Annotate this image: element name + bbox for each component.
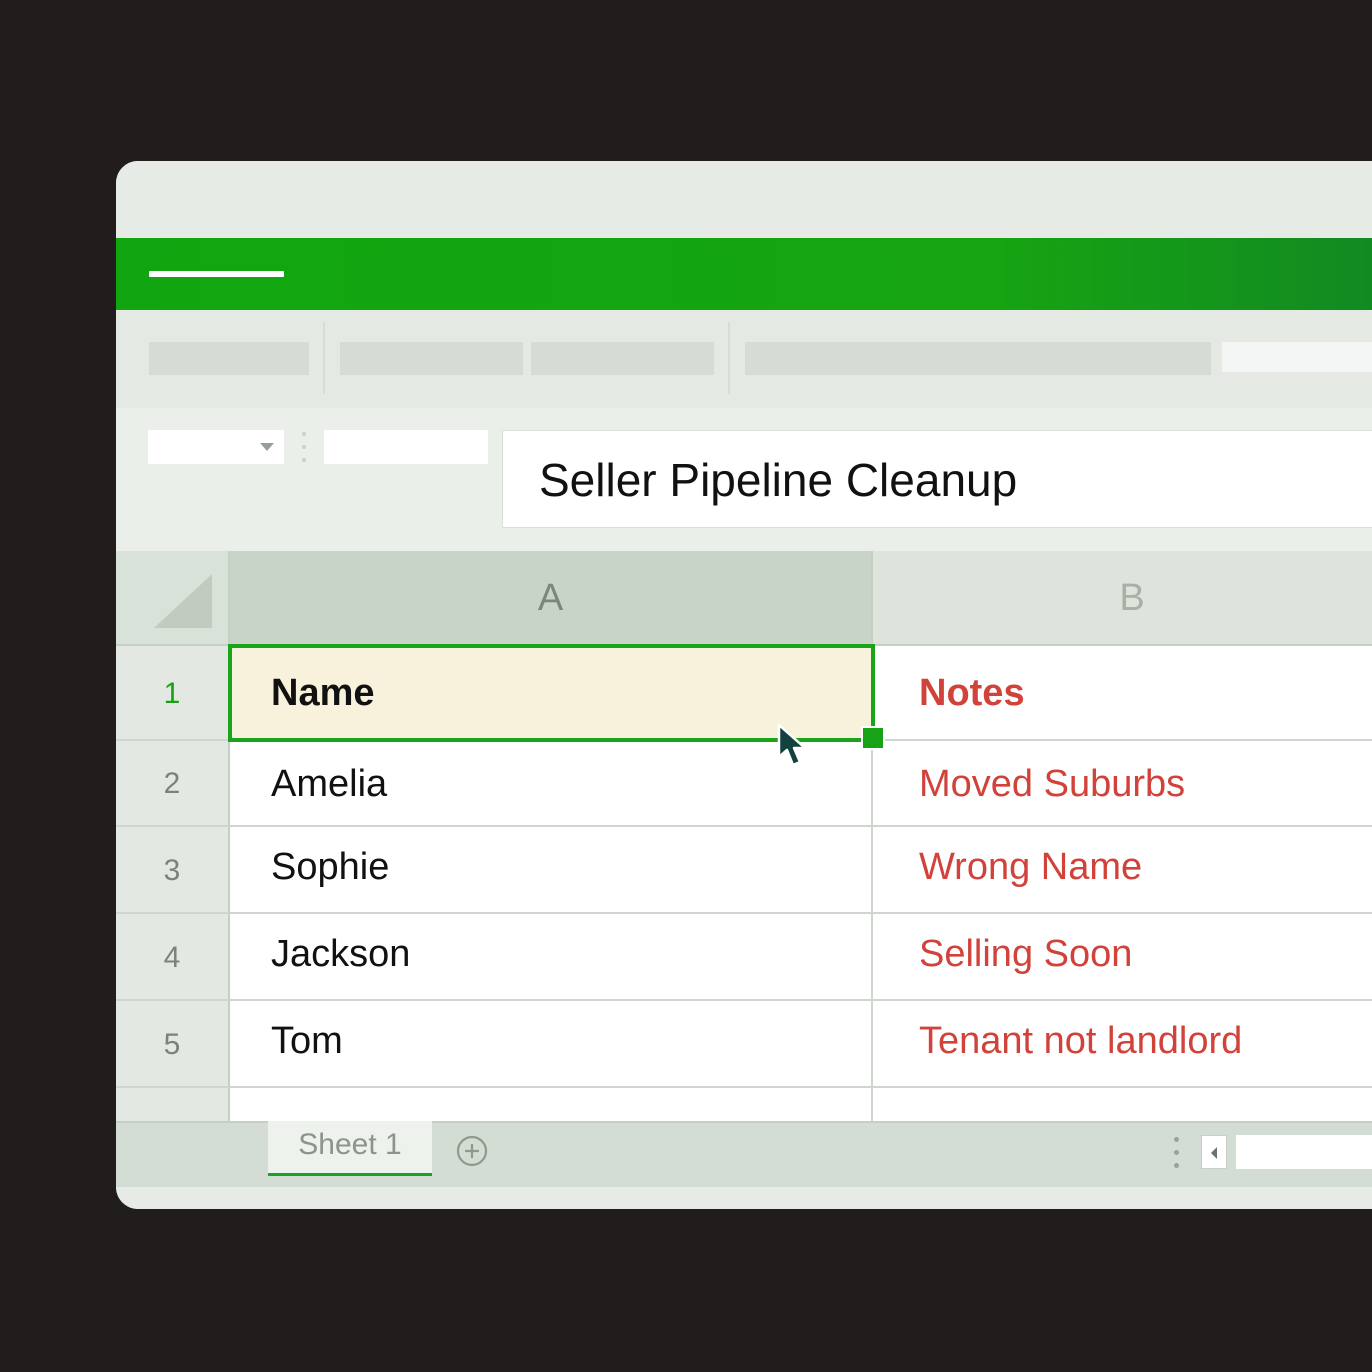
- scroll-left-button[interactable]: [1201, 1135, 1227, 1169]
- toolbar-divider: [323, 322, 325, 394]
- title-bar: [116, 161, 1372, 238]
- more-options-icon[interactable]: [1172, 1136, 1180, 1170]
- cell-a4[interactable]: Jackson: [230, 914, 873, 1001]
- menu-placeholder[interactable]: [149, 271, 284, 277]
- row-header-5[interactable]: 5: [116, 1001, 230, 1088]
- sheet-tab-bar: Sheet 1: [116, 1121, 1372, 1189]
- cell-b3[interactable]: Wrong Name: [873, 827, 1372, 914]
- fill-handle[interactable]: [861, 726, 885, 750]
- cell-b1[interactable]: Notes: [873, 646, 1372, 741]
- toolbar-divider: [728, 322, 730, 394]
- cell-a3[interactable]: Sophie: [230, 827, 873, 914]
- column-header-b[interactable]: B: [873, 551, 1372, 646]
- status-bar: [116, 1187, 1372, 1209]
- formula-input[interactable]: Seller Pipeline Cleanup: [502, 430, 1372, 528]
- drag-handle-icon[interactable]: [301, 430, 307, 464]
- cell-b4[interactable]: Selling Soon: [873, 914, 1372, 1001]
- row-header-2[interactable]: 2: [116, 741, 230, 827]
- sheet-tab-1[interactable]: Sheet 1: [268, 1121, 432, 1176]
- select-all-icon: [154, 574, 212, 628]
- column-header-a[interactable]: A: [230, 551, 873, 646]
- cell-b2[interactable]: Moved Suburbs: [873, 741, 1372, 827]
- cell-b5[interactable]: Tenant not landlord: [873, 1001, 1372, 1088]
- sheet-grid: A B 1 2 3 4 5 Name Notes Amelia Moved Su…: [116, 551, 1372, 1128]
- chevron-down-icon[interactable]: [260, 443, 274, 451]
- name-box[interactable]: [148, 430, 284, 464]
- toolbar-field-placeholder[interactable]: [1222, 342, 1372, 372]
- spreadsheet-window: Seller Pipeline Cleanup A B 1 2 3 4 5 Na…: [116, 161, 1372, 1209]
- mouse-pointer-icon: [777, 723, 807, 767]
- horizontal-scrollbar[interactable]: [1236, 1135, 1372, 1169]
- toolbar-button-placeholder[interactable]: [745, 342, 1211, 375]
- plus-circle-icon[interactable]: [456, 1135, 488, 1167]
- cell-a5[interactable]: Tom: [230, 1001, 873, 1088]
- row-header-1[interactable]: 1: [116, 646, 230, 741]
- toolbar-button-placeholder[interactable]: [531, 342, 714, 375]
- ribbon-header: [116, 238, 1372, 310]
- toolbar-button-placeholder[interactable]: [340, 342, 523, 375]
- toolbar: [116, 310, 1372, 408]
- chevron-left-icon: [1211, 1147, 1217, 1159]
- row-header-4[interactable]: 4: [116, 914, 230, 1001]
- function-box[interactable]: [324, 430, 488, 464]
- toolbar-button-placeholder[interactable]: [149, 342, 309, 375]
- row-header-3[interactable]: 3: [116, 827, 230, 914]
- select-all-corner[interactable]: [116, 551, 230, 646]
- formula-bar: Seller Pipeline Cleanup: [116, 408, 1372, 551]
